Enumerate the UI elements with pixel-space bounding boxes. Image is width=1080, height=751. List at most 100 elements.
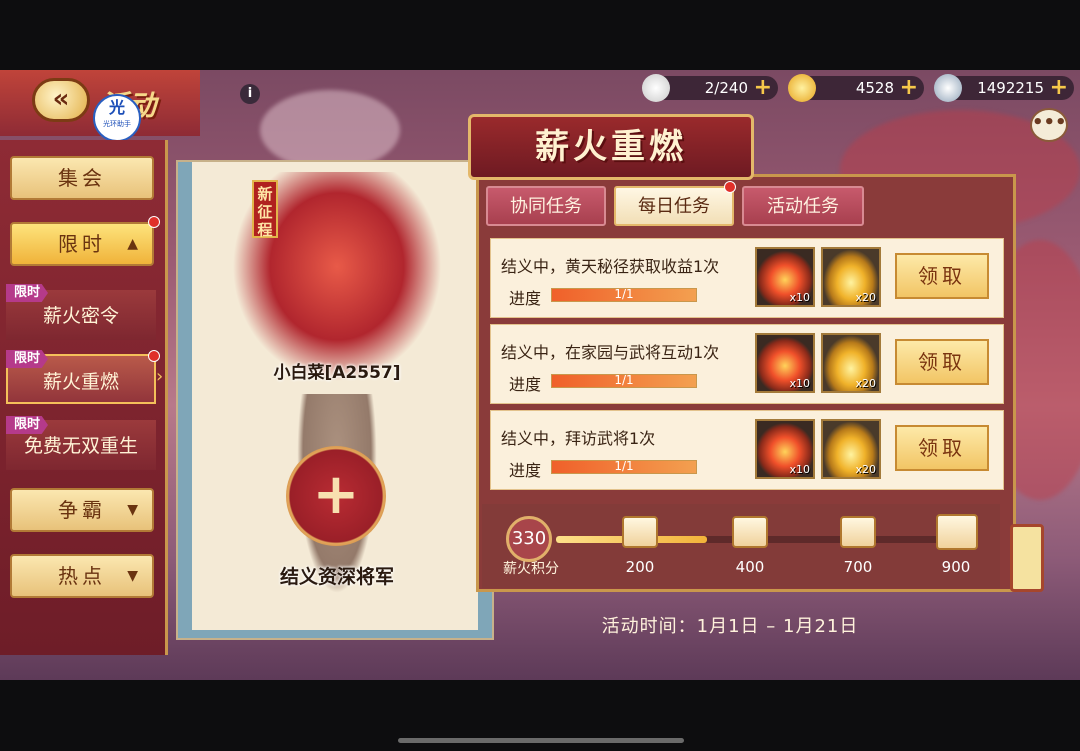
points-label: 薪火积分 [503,561,559,577]
add-sworn-general-button[interactable]: + [286,446,386,546]
activity-sidebar: 集会 限时 ▲ 薪火密令 限时 薪火重燃 限时 › 免费无双重生 限时 争霸 ▼… [0,140,168,655]
reward-count: x20 [855,377,876,390]
milestone-label: 900 [941,558,971,576]
stamina-counter: 2/240 + [642,74,778,102]
sidebar-item-label: 免费无双重生 [23,435,138,457]
task-progress-bar: 1/1 [551,373,697,388]
task-description: 结义中，在家园与武将互动1次 [501,343,720,362]
progress-label: 进度 [509,375,542,394]
silver-value: 1492215 [977,79,1044,97]
milestone-chest-icon[interactable] [622,516,658,548]
back-arrow-icon: « [52,84,70,114]
notification-dot [724,181,736,193]
add-gold-icon[interactable]: + [900,76,918,100]
reward-count: x20 [855,291,876,304]
sidebar-item-hot[interactable]: 热点 ▼ [10,554,154,598]
gold-value: 4528 [855,79,894,97]
milestone-label: 400 [735,558,765,576]
progress-label: 进度 [509,289,542,308]
reward-count: x10 [789,377,810,390]
hero-name: 小白菜[A2557] [273,363,401,383]
limited-tag: 限时 [6,416,48,434]
task-progress-bar: 1/1 [551,459,697,474]
milestone-label: 200 [625,558,655,576]
task-progress-bar: 1/1 [551,287,697,302]
sidebar-item-label: 薪火重燃 [42,371,119,393]
milestone-chest-icon[interactable] [936,514,978,550]
watermark-subtext: 光环助手 [103,120,131,128]
sidebar-item-contest[interactable]: 争霸 ▼ [10,488,154,532]
scroll-decoration-icon [1010,524,1044,592]
points-value: 330 [506,516,552,562]
silver-counter: 1492215 + [934,74,1074,102]
hero-scroll-paper: 新征程 小白菜[A2557] + 结义资深将军 [192,162,478,630]
back-button[interactable]: « [32,78,90,122]
reward-count: x10 [789,291,810,304]
notification-dot [148,216,160,228]
task-description: 结义中，黄天秘径获取收益1次 [501,257,720,276]
reward-count: x20 [855,463,876,476]
sidebar-item-gathering[interactable]: 集会 [10,156,154,200]
stamina-bun-icon [642,74,670,102]
progress-text: 1/1 [614,373,634,387]
plus-icon: + [312,462,360,527]
task-row: 结义中，拜访武将1次 进度 1/1 x10 x20 领取 [490,410,1004,490]
firewood-reward-icon[interactable]: x10 [755,333,815,393]
recruit-label: 结义资深将军 [279,566,394,588]
milestone-chest-icon[interactable] [732,516,768,548]
tab-label: 每日任务 [638,196,710,217]
milestone-chest-icon[interactable] [840,516,876,548]
chevron-down-icon: ▼ [127,568,138,584]
limited-tag: 限时 [6,284,48,302]
sidebar-item-label: 热点 [58,564,106,588]
new-journey-badge: 新征程 [252,180,278,239]
gold-ingot-reward-icon[interactable]: x20 [821,333,881,393]
home-indicator[interactable] [398,738,684,743]
claim-button[interactable]: 领取 [895,339,989,385]
firewood-reward-icon[interactable]: x10 [755,419,815,479]
add-stamina-icon[interactable]: + [754,76,772,100]
tab-label: 活动任务 [767,196,839,217]
background-blossom [260,90,400,170]
limited-tag: 限时 [6,350,48,368]
tab-coop-tasks[interactable]: 协同任务 [486,186,606,226]
watermark-logo: 光 光环助手 [93,94,141,142]
claim-button[interactable]: 领取 [895,253,989,299]
add-silver-icon[interactable]: + [1050,76,1068,100]
reward-count: x10 [789,463,810,476]
chevron-up-icon: ▲ [127,236,138,252]
stamina-value: 2/240 [704,79,748,97]
event-title-banner: 薪火重燃 [468,114,754,180]
gold-ingot-icon [788,74,816,102]
chat-icon[interactable]: ••• [1030,108,1068,142]
sidebar-item-limited-time[interactable]: 限时 ▲ [10,222,154,266]
task-row: 结义中，黄天秘径获取收益1次 进度 1/1 x10 x20 领取 [490,238,1004,318]
hero-scroll-panel: 新征程 小白菜[A2557] + 结义资深将军 [176,160,494,640]
sidebar-item-label: 集会 [58,166,106,190]
sidebar-item-label: 争霸 [58,498,106,522]
progress-text: 1/1 [614,287,634,301]
chevron-down-icon: ▼ [127,502,138,518]
tab-event-tasks[interactable]: 活动任务 [742,186,864,226]
sidebar-item-label: 限时 [58,232,106,256]
progress-text: 1/1 [614,459,634,473]
notification-dot [148,350,160,362]
task-row: 结义中，在家园与武将互动1次 进度 1/1 x10 x20 领取 [490,324,1004,404]
info-icon[interactable]: i [240,84,260,104]
silver-coin-icon [934,74,962,102]
firewood-reward-icon[interactable]: x10 [755,247,815,307]
gold-ingot-reward-icon[interactable]: x20 [821,247,881,307]
claim-button[interactable]: 领取 [895,425,989,471]
gold-counter: 4528 + [788,74,924,102]
tab-label: 协同任务 [510,196,582,217]
watermark-text: 光 [108,98,125,117]
gold-ingot-reward-icon[interactable]: x20 [821,419,881,479]
task-description: 结义中，拜访武将1次 [501,429,656,448]
event-time: 活动时间：1月1日 – 1月21日 [601,616,859,637]
progress-label: 进度 [509,461,542,480]
sidebar-item-label: 薪火密令 [42,305,119,327]
selected-arrow-icon: › [156,366,164,387]
event-title: 薪火重燃 [535,127,687,167]
tab-daily-tasks[interactable]: 每日任务 [614,186,734,226]
milestone-label: 700 [843,558,873,576]
